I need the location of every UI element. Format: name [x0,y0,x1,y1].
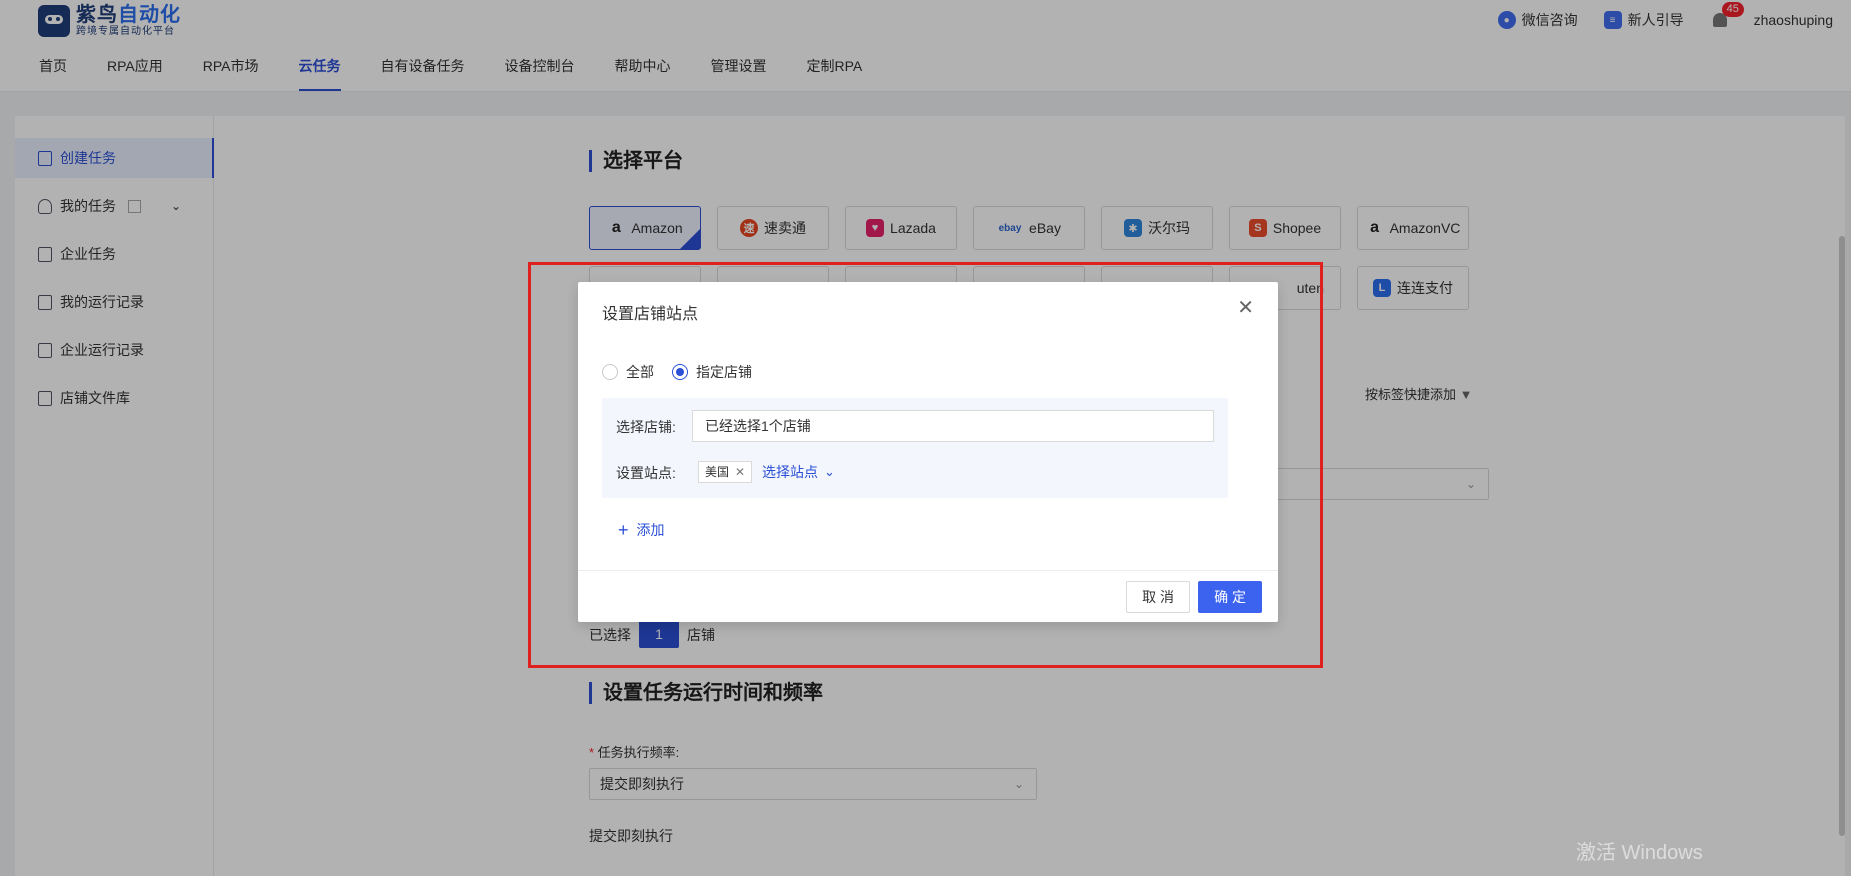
store-select-input[interactable]: 已经选择1个店铺 [692,410,1214,442]
close-icon[interactable]: ✕ [1237,298,1254,318]
store-label: 选择店铺: [616,419,676,435]
dialog-footer: 取 消 确 定 [578,570,1278,622]
confirm-button[interactable]: 确 定 [1198,581,1262,613]
radio-all[interactable] [602,364,618,380]
cancel-button[interactable]: 取 消 [1126,581,1190,613]
dialog-title: 设置店铺站点 [602,306,699,323]
tag-close-icon[interactable]: ✕ [735,462,745,482]
site-tag-us: 美国 ✕ [698,461,753,483]
plus-icon: + [618,520,629,540]
radio-specific-label[interactable]: 指定店铺 [696,362,752,382]
store-site-dialog: 设置店铺站点 ✕ 全部 指定店铺 选择店铺: 已经选择1个店铺 设置站点: 美国… [578,282,1278,622]
radio-all-label[interactable]: 全部 [626,362,654,382]
radio-specific-store[interactable] [672,364,688,380]
select-site-dropdown[interactable]: 选择站点 ⌄ [762,462,835,482]
windows-activation-watermark: 激活 Windows [1576,842,1703,864]
store-site-form: 选择店铺: 已经选择1个店铺 设置站点: 美国 ✕ 选择站点 ⌄ [602,398,1228,498]
add-button[interactable]: + 添加 [618,520,665,540]
site-label: 设置站点: [616,465,676,481]
chevron-down-icon: ⌄ [824,464,835,479]
